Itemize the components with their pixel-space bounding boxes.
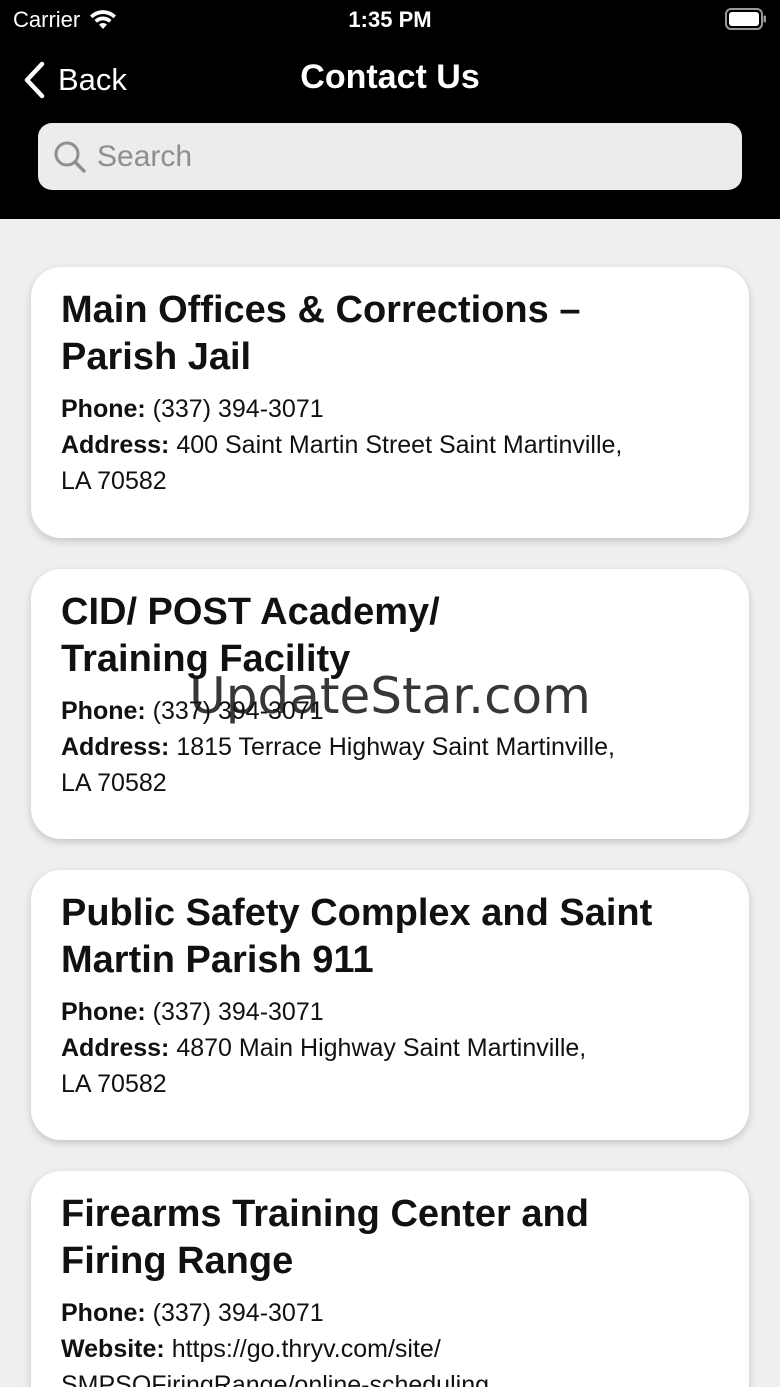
header: Carrier 1:35 PM Back Contact Us bbox=[0, 0, 780, 219]
phone-value: (337) 394-3071 bbox=[152, 395, 324, 423]
contact-card[interactable]: Main Offices & Corrections – Parish Jail… bbox=[31, 267, 749, 538]
website-label: Website: bbox=[61, 1335, 165, 1363]
address-row[interactable]: Address: 4870 Main Highway Saint Martinv… bbox=[61, 1030, 719, 1066]
status-bar: Carrier 1:35 PM bbox=[0, 0, 780, 40]
phone-row[interactable]: Phone: (337) 394-3071 bbox=[61, 693, 719, 729]
contact-title-line: Main Offices & Corrections – bbox=[61, 289, 581, 331]
contact-title: CID/ POST Academy/ Training Facility bbox=[61, 589, 719, 683]
contact-title-line: Firearms Training Center and bbox=[61, 1193, 589, 1235]
phone-value: (337) 394-3071 bbox=[152, 998, 324, 1026]
contact-title: Public Safety Complex and Saint Martin P… bbox=[61, 890, 719, 984]
contact-title: Firearms Training Center and Firing Rang… bbox=[61, 1191, 719, 1285]
address-value: 4870 Main Highway Saint Martinville, bbox=[176, 1034, 587, 1062]
contact-card[interactable]: Public Safety Complex and Saint Martin P… bbox=[31, 870, 749, 1140]
address-label: Address: bbox=[61, 1034, 170, 1062]
status-time: 1:35 PM bbox=[348, 7, 432, 32]
address-continuation: LA 70582 bbox=[61, 1070, 167, 1098]
contact-card[interactable]: CID/ POST Academy/ Training Facility Pho… bbox=[31, 569, 749, 839]
contact-title: Main Offices & Corrections – Parish Jail bbox=[61, 287, 719, 381]
contact-title-line: Martin Parish 911 bbox=[61, 939, 374, 981]
navigation-bar: Back Contact Us bbox=[0, 52, 780, 108]
phone-value: (337) 394-3071 bbox=[152, 697, 324, 725]
contact-title-line: Public Safety Complex and Saint bbox=[61, 892, 653, 934]
website-continuation[interactable]: SMPSOFiringRange/online-scheduling bbox=[61, 1367, 719, 1387]
phone-label: Phone: bbox=[61, 395, 146, 423]
address-label: Address: bbox=[61, 733, 170, 761]
search-bar[interactable] bbox=[38, 123, 742, 190]
contact-title-line: Parish Jail bbox=[61, 336, 252, 378]
website-link[interactable]: https://go.thryv.com/site/ bbox=[172, 1335, 441, 1363]
page-title: Contact Us bbox=[300, 58, 480, 96]
phone-label: Phone: bbox=[61, 998, 146, 1026]
phone-label: Phone: bbox=[61, 697, 146, 725]
search-icon bbox=[54, 141, 86, 173]
phone-row[interactable]: Phone: (337) 394-3071 bbox=[61, 994, 719, 1030]
contact-card[interactable]: Firearms Training Center and Firing Rang… bbox=[31, 1171, 749, 1387]
contact-title-line: Firing Range bbox=[61, 1240, 294, 1282]
contact-list[interactable]: Main Offices & Corrections – Parish Jail… bbox=[0, 219, 780, 1387]
address-value: 400 Saint Martin Street Saint Martinvill… bbox=[176, 431, 623, 459]
address-row[interactable]: Address: 1815 Terrace Highway Saint Mart… bbox=[61, 729, 719, 765]
phone-row[interactable]: Phone: (337) 394-3071 bbox=[61, 391, 719, 427]
contact-title-line: CID/ POST Academy/ bbox=[61, 591, 440, 633]
contact-title-line: Training Facility bbox=[61, 638, 351, 680]
address-row[interactable]: Address: 400 Saint Martin Street Saint M… bbox=[61, 427, 719, 463]
address-continuation: LA 70582 bbox=[61, 769, 167, 797]
address-continuation: LA 70582 bbox=[61, 467, 167, 495]
website-row[interactable]: Website: https://go.thryv.com/site/ bbox=[61, 1331, 719, 1367]
phone-row[interactable]: Phone: (337) 394-3071 bbox=[61, 1295, 719, 1331]
address-value: 1815 Terrace Highway Saint Martinville, bbox=[176, 733, 615, 761]
battery-icon bbox=[725, 8, 766, 30]
address-label: Address: bbox=[61, 431, 170, 459]
phone-value: (337) 394-3071 bbox=[152, 1299, 324, 1327]
search-input[interactable] bbox=[97, 139, 717, 174]
phone-label: Phone: bbox=[61, 1299, 146, 1327]
